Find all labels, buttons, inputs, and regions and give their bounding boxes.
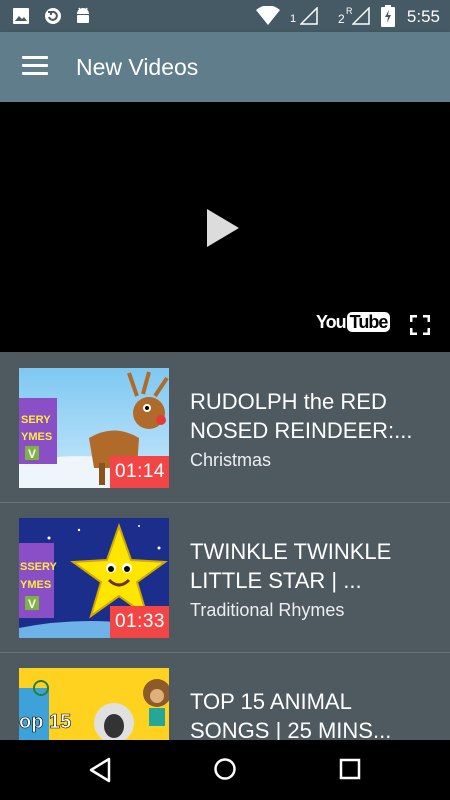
fullscreen-icon[interactable]	[410, 315, 430, 335]
thumb-text-line: YMES	[21, 431, 52, 443]
hamburger-menu-icon[interactable]	[22, 56, 48, 78]
list-item[interactable]: SSERY YMES V 01:33 TWINKLE TWINKLE LITTL…	[0, 502, 450, 653]
youtube-logo[interactable]: You Tube	[316, 312, 391, 333]
youtube-logo-you: You	[316, 312, 347, 332]
animals-thumbnail-image: op 15	[19, 668, 169, 740]
image-icon	[13, 8, 29, 24]
video-thumbnail: op 15	[19, 668, 169, 740]
back-icon[interactable]	[88, 757, 112, 783]
page-title: New Videos	[76, 54, 199, 80]
status-bar: 1 2 R 5:55	[0, 0, 450, 32]
battery-charging-icon	[381, 5, 395, 27]
video-title: TWINKLE TWINKLE LITTLE STAR | ...	[190, 539, 392, 593]
thumb-text-line: SERY	[21, 414, 51, 426]
thumb-text-line: SSERY	[20, 561, 58, 573]
recents-icon[interactable]	[339, 758, 361, 780]
video-title: TOP 15 ANIMAL SONGS | 25 MINS...	[190, 689, 392, 740]
list-item[interactable]: op 15 TOP 15 ANIMAL SONGS | 25 MINS...	[0, 652, 450, 740]
video-thumbnail: SSERY YMES V 01:33	[19, 518, 169, 638]
play-icon[interactable]	[205, 207, 241, 249]
youtube-logo-tube: Tube	[346, 312, 391, 332]
navigation-bar	[0, 740, 450, 800]
sync-icon	[45, 8, 61, 24]
app-bar: New Videos	[0, 32, 450, 102]
duration-badge: 01:14	[109, 456, 169, 488]
video-category: Traditional Rhymes	[190, 600, 345, 620]
video-thumbnail: SERY YMES V 01:14	[19, 368, 169, 488]
home-icon[interactable]	[213, 757, 237, 781]
thumb-text-line: V	[28, 447, 36, 461]
sim1-label: 1	[290, 13, 297, 25]
signal-icon	[300, 7, 318, 25]
video-category: Christmas	[190, 450, 272, 470]
thumb-text-line: YMES	[20, 579, 51, 591]
signal-icon	[352, 7, 370, 25]
duration-badge: 01:33	[109, 606, 169, 638]
android-icon	[77, 7, 89, 23]
thumb-text-line: V	[28, 597, 36, 611]
status-time: 5:55	[406, 7, 440, 26]
list-item[interactable]: SERY YMES V 01:14 RUDOLPH the RED NOSED …	[0, 352, 450, 503]
sim2-label: 2	[338, 12, 345, 26]
video-title: RUDOLPH the RED NOSED REINDEER:...	[190, 389, 413, 443]
video-list: SERY YMES V 01:14 RUDOLPH the RED NOSED …	[0, 352, 450, 740]
thumb-text-line: op 15	[19, 711, 71, 733]
wifi-icon	[256, 6, 280, 25]
